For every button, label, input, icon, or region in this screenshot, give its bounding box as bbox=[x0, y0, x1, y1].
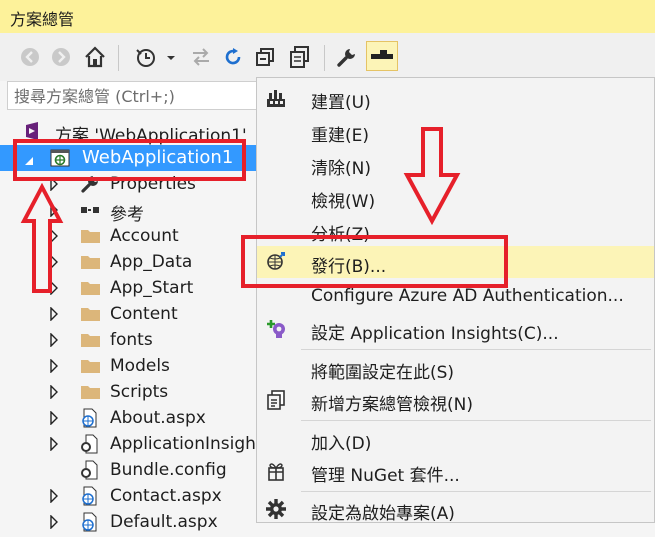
tree-item-label: fonts bbox=[110, 330, 153, 350]
tree-item-file[interactable]: ApplicationInsigh bbox=[0, 431, 258, 457]
expand-arrow-icon[interactable] bbox=[49, 384, 61, 400]
folder-icon bbox=[80, 252, 100, 272]
tree-item-folder[interactable]: Content bbox=[0, 301, 258, 327]
annotation-arrow-up bbox=[20, 183, 64, 293]
back-icon[interactable] bbox=[17, 43, 43, 71]
tree-item-label: App_Data bbox=[110, 252, 193, 272]
toolbar-separator bbox=[118, 45, 119, 71]
tree-item-file[interactable]: Contact.aspx bbox=[0, 483, 258, 509]
tree-item-folder[interactable]: Models bbox=[0, 353, 258, 379]
preview-icon[interactable] bbox=[366, 41, 398, 71]
folder-icon bbox=[80, 330, 100, 350]
menu-item-new-explorer-view[interactable]: 新增方案總管檢視(N) bbox=[257, 384, 654, 416]
menu-item-label: 檢視(W) bbox=[311, 192, 376, 212]
aspx-file-icon bbox=[80, 408, 100, 428]
tree-item-folder[interactable]: fonts bbox=[0, 327, 258, 353]
folder-icon bbox=[80, 356, 100, 376]
tree-item-file[interactable]: Default.aspx bbox=[0, 509, 258, 535]
search-input[interactable] bbox=[8, 82, 265, 111]
search-box[interactable] bbox=[7, 81, 265, 111]
home-icon[interactable] bbox=[80, 43, 110, 71]
menu-item-label: Configure Azure AD Authentication... bbox=[311, 286, 624, 306]
config-file-icon bbox=[80, 434, 100, 454]
references-icon bbox=[80, 200, 100, 220]
tree-item-file[interactable]: Bundle.config bbox=[0, 457, 258, 483]
tree-item-label: ApplicationInsigh bbox=[110, 434, 256, 454]
tree-item-label: Bundle.config bbox=[110, 460, 227, 480]
menu-item-label: 加入(D) bbox=[311, 434, 372, 454]
tree-item-label: Default.aspx bbox=[110, 512, 218, 532]
menu-item-add[interactable]: 加入(D) bbox=[257, 423, 654, 455]
tree-item-label: Contact.aspx bbox=[110, 486, 222, 506]
forward-icon[interactable] bbox=[48, 43, 74, 71]
folder-icon bbox=[80, 304, 100, 324]
annotation-arrow-down bbox=[403, 127, 461, 225]
menu-item-label: 新增方案總管檢視(N) bbox=[311, 395, 473, 415]
expand-arrow-icon[interactable] bbox=[49, 410, 61, 426]
tree-item-label: Scripts bbox=[110, 382, 169, 402]
history-icon[interactable] bbox=[132, 43, 178, 71]
expand-arrow-icon[interactable] bbox=[49, 332, 61, 348]
window-title-bar: 方案總管 bbox=[0, 0, 655, 33]
menu-item-build[interactable]: 建置(U) bbox=[257, 82, 654, 114]
expand-arrow-icon[interactable] bbox=[49, 358, 61, 374]
app-insights-icon bbox=[265, 318, 287, 340]
refresh-icon[interactable] bbox=[220, 43, 246, 71]
tree-item-label: About.aspx bbox=[110, 408, 206, 428]
aspx-file-icon bbox=[80, 512, 100, 532]
toolbar-separator bbox=[324, 45, 325, 71]
menu-item-label: 建置(U) bbox=[311, 93, 371, 113]
properties-icon[interactable] bbox=[334, 43, 360, 71]
folder-icon bbox=[80, 278, 100, 298]
folder-icon bbox=[80, 226, 100, 246]
folder-icon bbox=[80, 382, 100, 402]
solution-icon bbox=[23, 121, 43, 141]
window-title: 方案總管 bbox=[10, 10, 75, 29]
menu-item-label: 管理 NuGet 套件... bbox=[311, 466, 460, 486]
copy-icon[interactable] bbox=[286, 43, 314, 71]
menu-item-label: 將範圍設定在此(S) bbox=[311, 363, 455, 383]
menu-separator bbox=[301, 491, 651, 492]
menu-item-scope-to-this[interactable]: 將範圍設定在此(S) bbox=[257, 352, 654, 384]
build-icon bbox=[265, 87, 287, 109]
aspx-file-icon bbox=[80, 486, 100, 506]
gear-icon bbox=[265, 498, 287, 520]
expand-arrow-icon[interactable] bbox=[49, 514, 61, 530]
tree-item-file[interactable]: About.aspx bbox=[0, 405, 258, 431]
tree-item-label: App_Start bbox=[110, 278, 194, 298]
new-view-icon bbox=[265, 389, 287, 411]
menu-item-label: 設定 Application Insights(C)... bbox=[311, 324, 559, 344]
expand-arrow-icon[interactable] bbox=[49, 488, 61, 504]
menu-item-manage-nuget[interactable]: 管理 NuGet 套件... bbox=[257, 455, 654, 487]
menu-item-label: 設定為啟始專案(A) bbox=[311, 504, 455, 524]
tree-item-label: Account bbox=[110, 226, 179, 246]
expand-arrow-icon[interactable] bbox=[49, 306, 61, 322]
menu-item-label: 清除(N) bbox=[311, 159, 371, 179]
nuget-icon bbox=[265, 460, 287, 482]
config-file-icon bbox=[80, 460, 100, 480]
collapse-icon[interactable] bbox=[252, 43, 278, 71]
menu-item-label: 重建(E) bbox=[311, 126, 370, 146]
menu-separator bbox=[301, 420, 651, 421]
tree-item-label: 參考 bbox=[110, 205, 144, 225]
sync-icon[interactable] bbox=[188, 43, 214, 71]
menu-item-set-startup-project[interactable]: 設定為啟始專案(A) bbox=[257, 493, 654, 525]
menu-item-app-insights[interactable]: 設定 Application Insights(C)... bbox=[257, 313, 654, 345]
annotation-box-project bbox=[13, 139, 246, 181]
menu-separator bbox=[301, 349, 651, 350]
toolbar bbox=[0, 33, 655, 81]
tree-item-folder[interactable]: Scripts bbox=[0, 379, 258, 405]
expand-arrow-icon[interactable] bbox=[49, 436, 61, 452]
annotation-box-publish bbox=[241, 235, 508, 288]
tree-item-label: Models bbox=[110, 356, 170, 376]
tree-item-label: Content bbox=[110, 304, 178, 324]
